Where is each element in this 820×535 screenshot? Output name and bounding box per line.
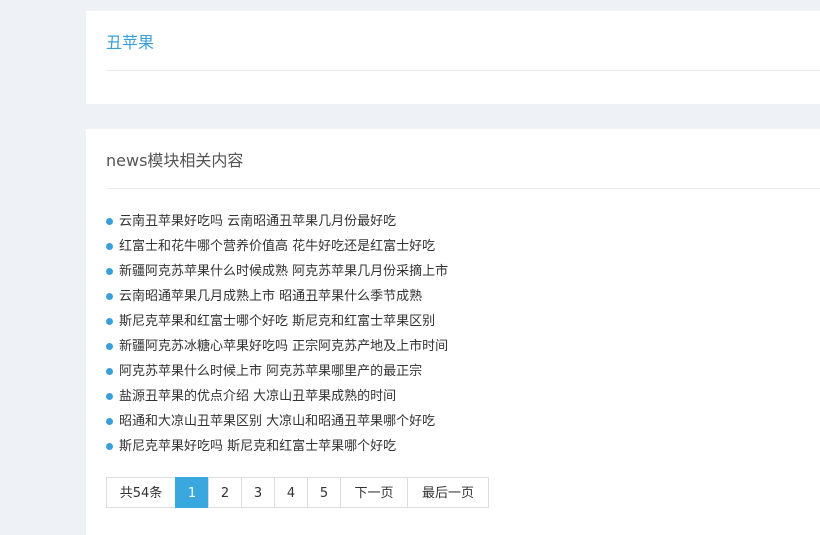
pagination-next-button[interactable]: 下一页 <box>340 477 408 508</box>
list-item: 斯尼克苹果和红富士哪个好吃 斯尼克和红富士苹果区别 <box>106 309 448 334</box>
bullet-dot-icon <box>106 418 113 425</box>
list-item: 昭通和大凉山丑苹果区别 大凉山和昭通丑苹果哪个好吃 <box>106 409 448 434</box>
news-link[interactable]: 红富士和花牛哪个营养价值高 花牛好吃还是红富士好吃 <box>119 236 435 258</box>
tag-panel: 丑苹果 <box>86 11 820 104</box>
pagination-page-5[interactable]: 5 <box>307 477 341 508</box>
news-link[interactable]: 新疆阿克苏冰糖心苹果好吃吗 正宗阿克苏产地及上市时间 <box>119 336 448 358</box>
bullet-dot-icon <box>106 268 113 275</box>
news-link[interactable]: 盐源丑苹果的优点介绍 大凉山丑苹果成熟的时间 <box>119 386 396 408</box>
news-link[interactable]: 云南丑苹果好吃吗 云南昭通丑苹果几月份最好吃 <box>119 211 396 233</box>
pagination-page-2[interactable]: 2 <box>208 477 242 508</box>
list-item: 云南昭通苹果几月成熟上市 昭通丑苹果什么季节成熟 <box>106 284 448 309</box>
pagination-page-4[interactable]: 4 <box>274 477 308 508</box>
tag-title[interactable]: 丑苹果 <box>106 33 154 53</box>
pagination: 共54条 1 2 3 4 5 下一页 最后一页 <box>106 477 489 508</box>
divider <box>106 70 820 71</box>
related-news-panel: news模块相关内容 云南丑苹果好吃吗 云南昭通丑苹果几月份最好吃 红富士和花牛… <box>86 129 820 535</box>
list-item: 红富士和花牛哪个营养价值高 花牛好吃还是红富士好吃 <box>106 234 448 259</box>
bullet-dot-icon <box>106 318 113 325</box>
pagination-last-button[interactable]: 最后一页 <box>407 477 489 508</box>
news-link[interactable]: 云南昭通苹果几月成熟上市 昭通丑苹果什么季节成熟 <box>119 286 422 308</box>
pagination-page-3[interactable]: 3 <box>241 477 275 508</box>
section-title: news模块相关内容 <box>106 151 244 170</box>
pagination-page-1[interactable]: 1 <box>175 477 209 508</box>
list-item: 盐源丑苹果的优点介绍 大凉山丑苹果成熟的时间 <box>106 384 448 409</box>
bullet-dot-icon <box>106 368 113 375</box>
news-link[interactable]: 斯尼克苹果好吃吗 斯尼克和红富士苹果哪个好吃 <box>119 436 396 458</box>
bullet-dot-icon <box>106 218 113 225</box>
bullet-dot-icon <box>106 243 113 250</box>
list-item: 斯尼克苹果好吃吗 斯尼克和红富士苹果哪个好吃 <box>106 434 448 459</box>
news-link[interactable]: 阿克苏苹果什么时候上市 阿克苏苹果哪里产的最正宗 <box>119 361 422 383</box>
bullet-dot-icon <box>106 393 113 400</box>
news-link[interactable]: 斯尼克苹果和红富士哪个好吃 斯尼克和红富士苹果区别 <box>119 311 435 333</box>
list-item: 阿克苏苹果什么时候上市 阿克苏苹果哪里产的最正宗 <box>106 359 448 384</box>
pagination-total: 共54条 <box>106 477 176 508</box>
news-link[interactable]: 昭通和大凉山丑苹果区别 大凉山和昭通丑苹果哪个好吃 <box>119 411 435 433</box>
list-item: 云南丑苹果好吃吗 云南昭通丑苹果几月份最好吃 <box>106 209 448 234</box>
list-item: 新疆阿克苏冰糖心苹果好吃吗 正宗阿克苏产地及上市时间 <box>106 334 448 359</box>
bullet-dot-icon <box>106 443 113 450</box>
news-link[interactable]: 新疆阿克苏苹果什么时候成熟 阿克苏苹果几月份采摘上市 <box>119 261 448 283</box>
list-item: 新疆阿克苏苹果什么时候成熟 阿克苏苹果几月份采摘上市 <box>106 259 448 284</box>
bullet-dot-icon <box>106 293 113 300</box>
news-list: 云南丑苹果好吃吗 云南昭通丑苹果几月份最好吃 红富士和花牛哪个营养价值高 花牛好… <box>106 209 448 459</box>
bullet-dot-icon <box>106 343 113 350</box>
divider <box>106 188 820 189</box>
